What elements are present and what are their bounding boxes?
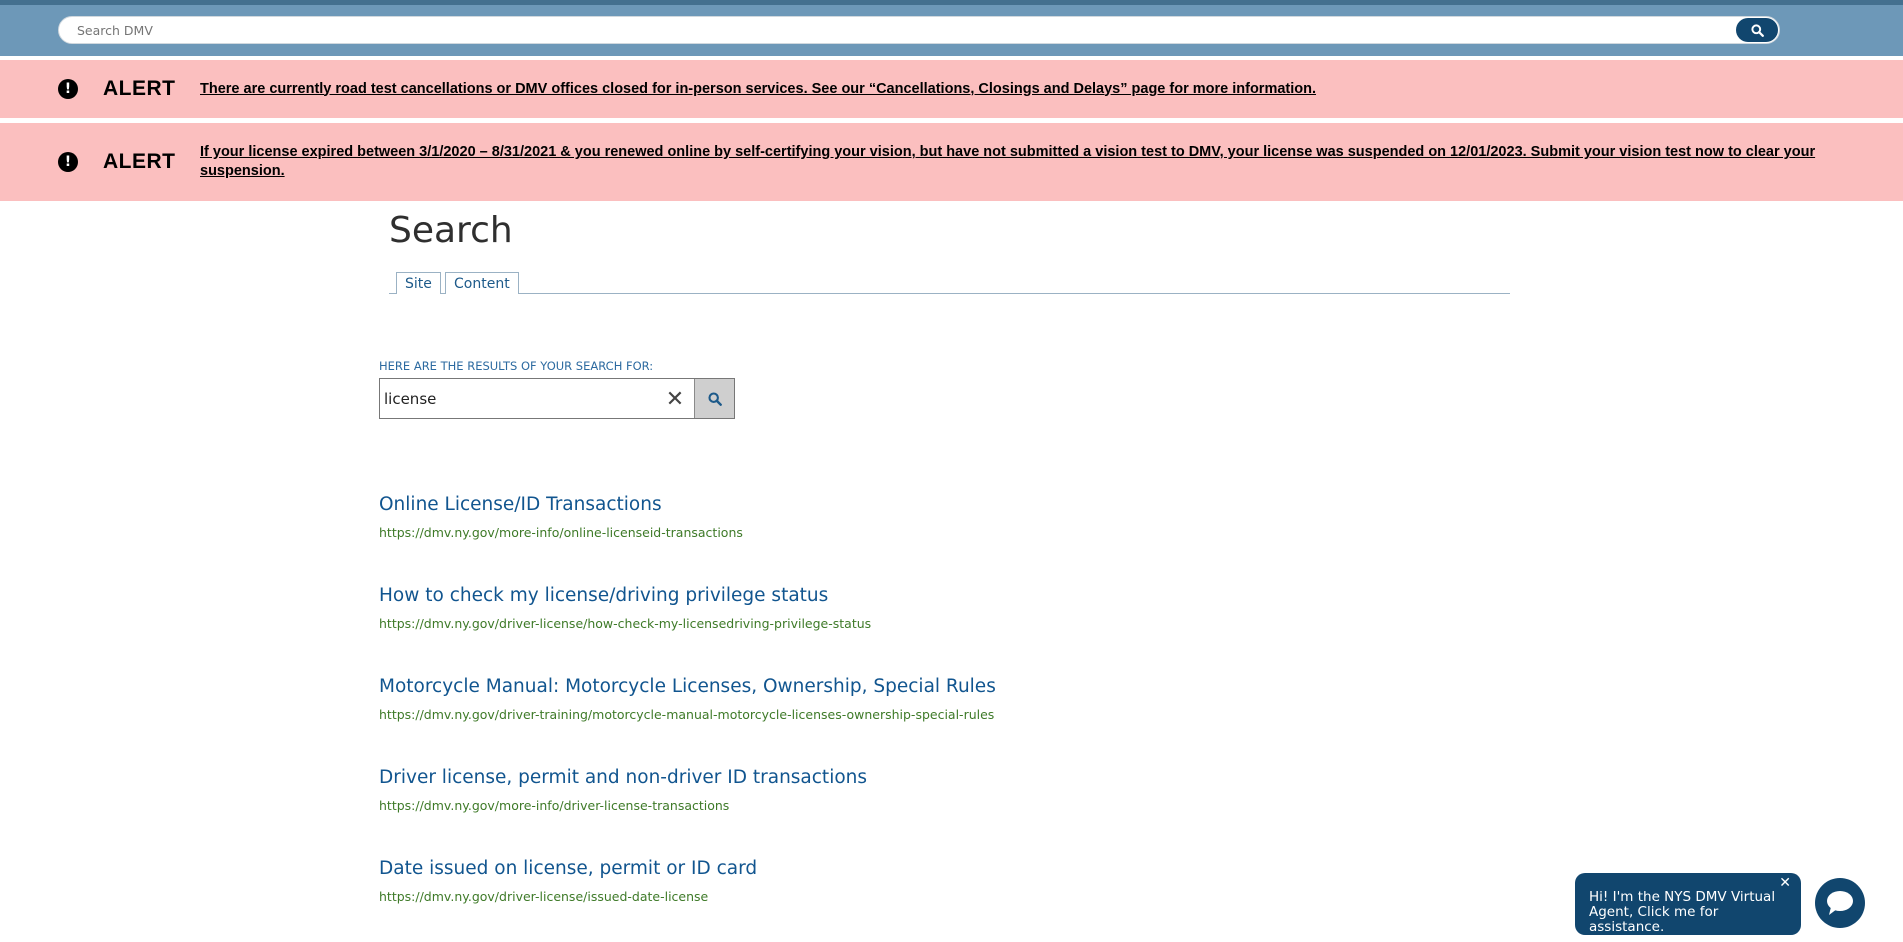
search-result: Motorcycle Manual: Motorcycle Licenses, …: [379, 676, 996, 722]
search-result: How to check my license/driving privileg…: [379, 585, 871, 631]
tab-site[interactable]: Site: [396, 272, 441, 294]
search-result: Date issued on license, permit or ID car…: [379, 858, 757, 904]
clear-search-button[interactable]: ✕: [663, 386, 687, 412]
results-search-box: ✕: [379, 378, 735, 419]
alert-title: ALERT: [103, 150, 176, 173]
alert-link[interactable]: If your license expired between 3/1/2020…: [200, 143, 1843, 181]
close-icon: ✕: [665, 386, 685, 412]
site-search-button[interactable]: [1736, 18, 1778, 42]
chat-launcher-button[interactable]: [1815, 878, 1865, 928]
result-title-link[interactable]: Online License/ID Transactions: [379, 494, 743, 515]
alert-link[interactable]: There are currently road test cancellati…: [200, 80, 1843, 99]
alert-title: ALERT: [103, 77, 176, 100]
search-icon: [707, 391, 722, 406]
search-icon: [1750, 23, 1764, 37]
virtual-agent-prompt[interactable]: ✕ Hi! I'm the NYS DMV Virtual Agent, Cli…: [1575, 873, 1801, 935]
alert-banner: ! ALERT There are currently road test ca…: [0, 60, 1903, 118]
results-search-input[interactable]: [384, 389, 654, 409]
results-search-button[interactable]: [694, 379, 734, 418]
result-url: https://dmv.ny.gov/driver-license/issued…: [379, 889, 709, 904]
chat-bubble-icon: [1827, 891, 1853, 915]
result-url: https://dmv.ny.gov/driver-license/how-ch…: [379, 616, 872, 631]
exclamation-icon: !: [58, 79, 78, 99]
result-title-link[interactable]: Driver license, permit and non-driver ID…: [379, 767, 867, 788]
site-search-box: [58, 16, 1780, 44]
result-url: https://dmv.ny.gov/more-info/online-lice…: [379, 525, 743, 540]
result-title-link[interactable]: How to check my license/driving privileg…: [379, 585, 871, 606]
page-title: Search: [389, 210, 513, 251]
result-title-link[interactable]: Date issued on license, permit or ID car…: [379, 858, 757, 879]
search-tabs: Site Content: [389, 272, 1510, 294]
alert-banner: ! ALERT If your license expired between …: [0, 123, 1903, 201]
results-label: HERE ARE THE RESULTS OF YOUR SEARCH FOR:: [379, 359, 654, 373]
site-header: [0, 0, 1903, 56]
virtual-agent-message: Hi! I'm the NYS DMV Virtual Agent, Click…: [1589, 889, 1776, 935]
tab-content[interactable]: Content: [445, 272, 519, 294]
close-icon[interactable]: ✕: [1779, 876, 1791, 891]
result-title-link[interactable]: Motorcycle Manual: Motorcycle Licenses, …: [379, 676, 996, 697]
result-url: https://dmv.ny.gov/driver-training/motor…: [379, 707, 995, 722]
search-result: Driver license, permit and non-driver ID…: [379, 767, 867, 813]
exclamation-icon: !: [58, 152, 78, 172]
result-url: https://dmv.ny.gov/more-info/driver-lice…: [379, 798, 730, 813]
search-result: Online License/ID Transactions https://d…: [379, 494, 743, 540]
site-search-input[interactable]: [77, 20, 1717, 40]
